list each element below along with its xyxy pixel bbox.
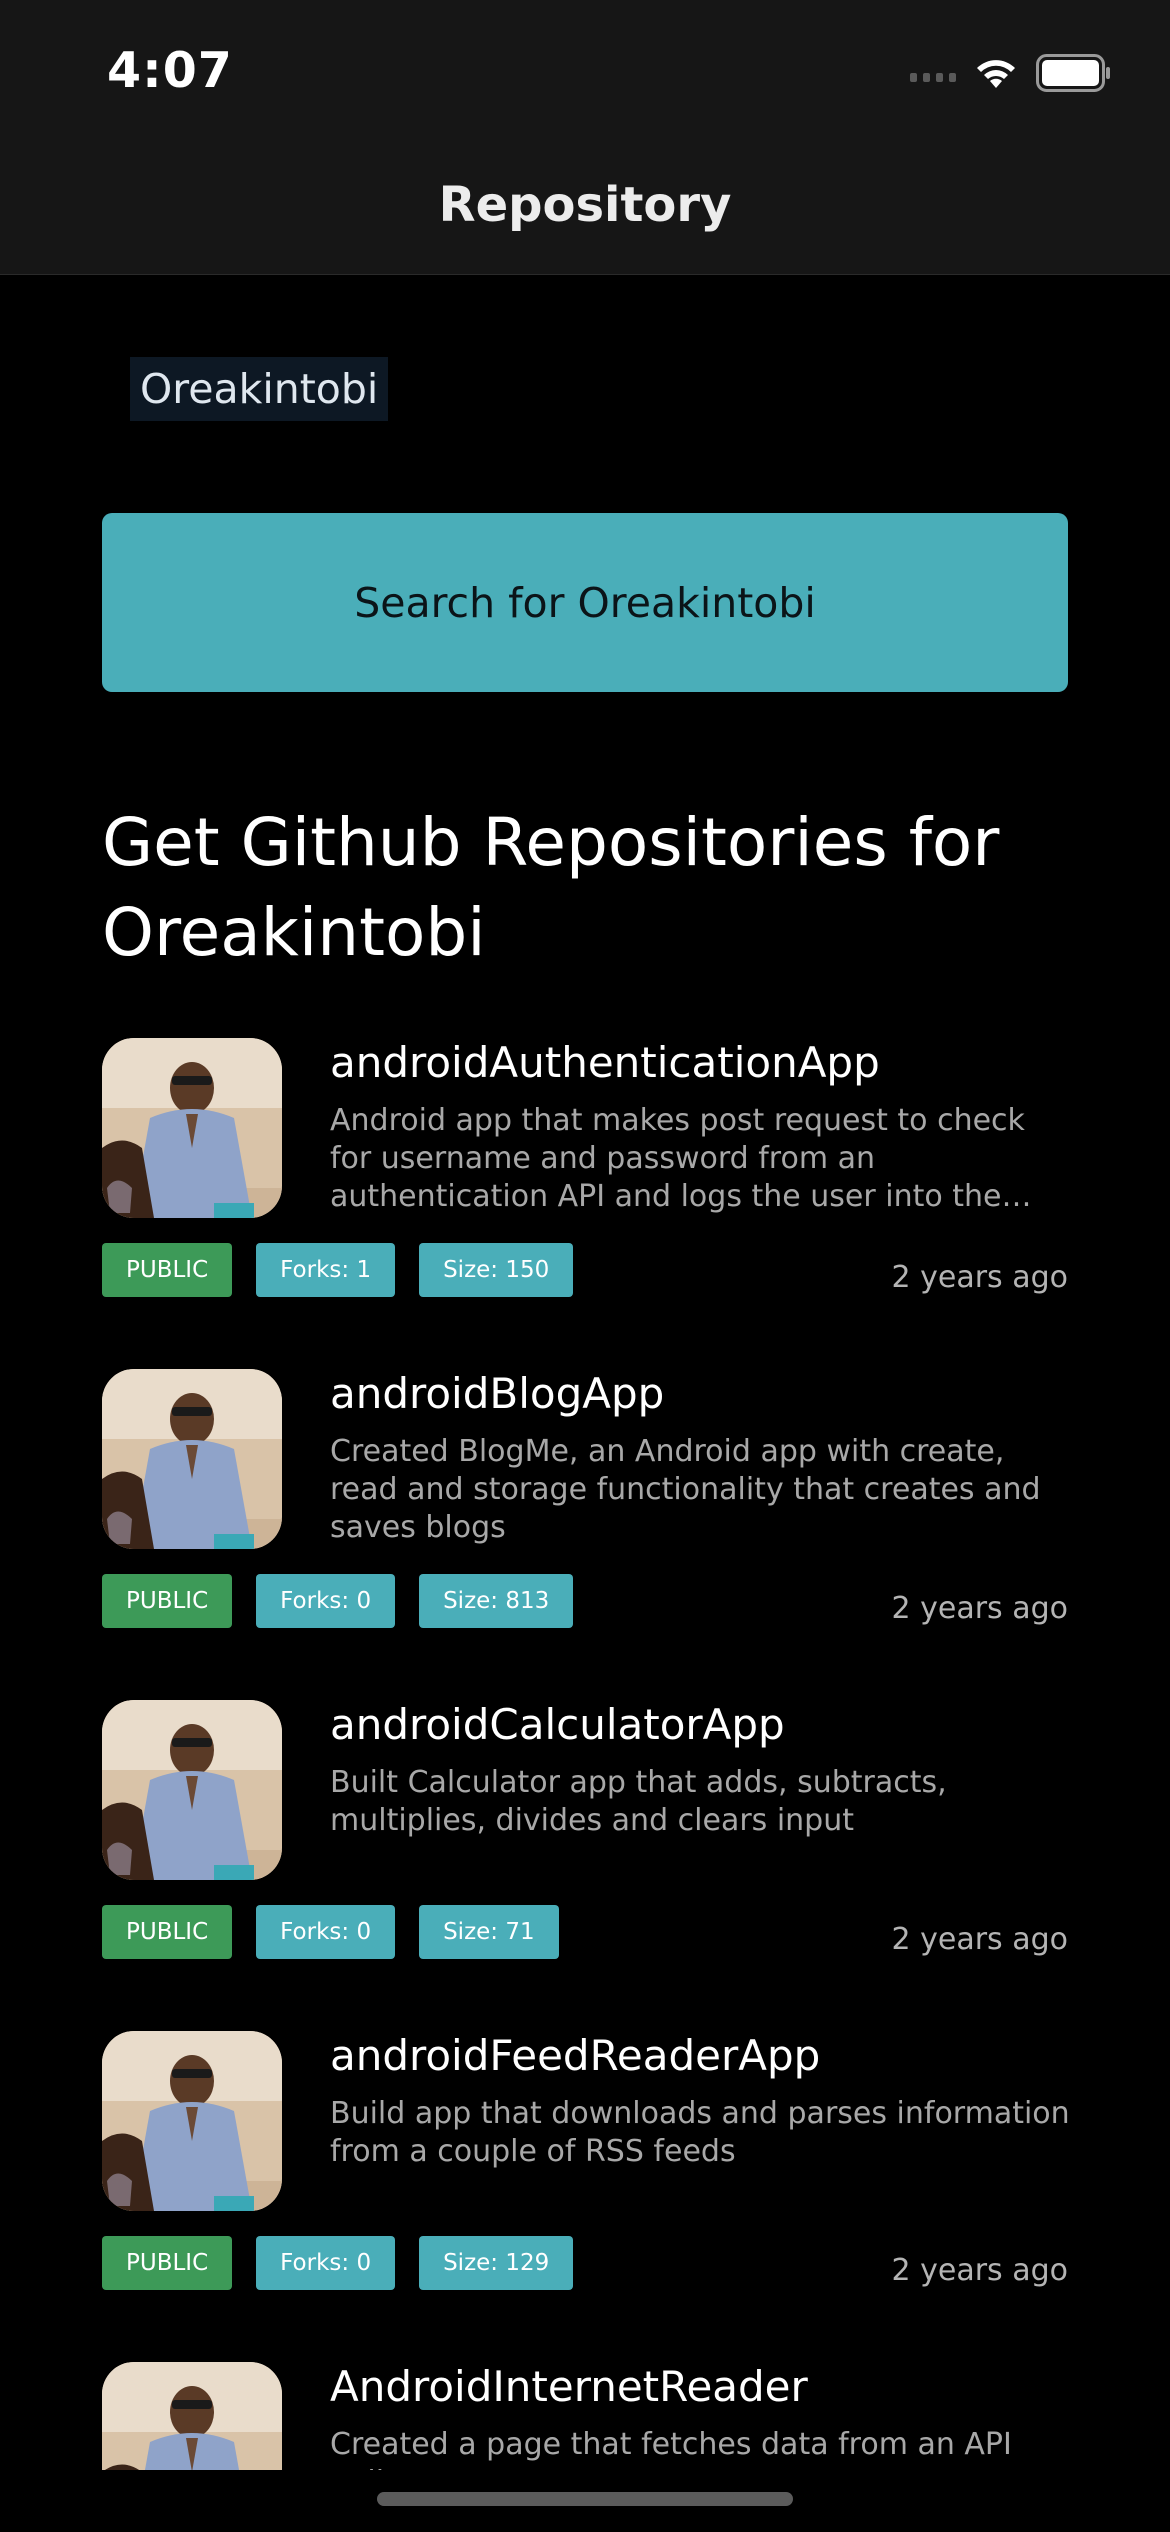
forks-badge: Forks: 0 (256, 1905, 396, 1959)
repo-name: androidFeedReaderApp (330, 2031, 821, 2080)
repo-description: Built Calculator app that adds, subtract… (330, 1765, 947, 1838)
avatar (102, 1038, 282, 1218)
status-icons (910, 54, 1112, 92)
repo-description: Created BlogMe, an Android app with crea… (330, 1434, 1041, 1545)
repo-item[interactable]: androidBlogApp Created BlogMe, an Android… (102, 1369, 1068, 1669)
home-indicator (377, 2492, 793, 2506)
avatar (102, 2031, 282, 2211)
avatar (102, 1700, 282, 1880)
battery-icon (1036, 54, 1110, 92)
repo-updated-time: 2 years ago (891, 1591, 1069, 1626)
forks-badge: Forks: 0 (256, 2236, 396, 2290)
repo-description: Created a page that fetches data from an… (330, 2427, 1012, 2470)
repo-badges: PUBLIC Forks: 0 Size: 129 (102, 2236, 574, 2290)
nav-title: Repository (438, 177, 732, 233)
cellular-signal-icon (910, 64, 956, 82)
forks-badge: Forks: 0 (256, 1574, 396, 1628)
repo-name: androidBlogApp (330, 1369, 665, 1418)
repo-item[interactable]: androidCalculatorApp Built Calculator app… (102, 1700, 1068, 2000)
search-button[interactable]: Search for Oreakintobi (102, 513, 1068, 692)
visibility-badge: PUBLIC (102, 1905, 233, 1959)
avatar-image (102, 2031, 282, 2211)
avatar-image (102, 2362, 282, 2470)
status-time: 4:07 (107, 42, 233, 99)
visibility-badge: PUBLIC (102, 1243, 233, 1297)
repo-item[interactable]: AndroidInternetReader Created a page that… (102, 2362, 1068, 2470)
avatar-image (102, 1369, 282, 1549)
repo-updated-time: 2 years ago (891, 2253, 1069, 2288)
repo-name: androidCalculatorApp (330, 1700, 785, 1749)
visibility-badge: PUBLIC (102, 2236, 233, 2290)
repo-name: androidAuthenticationApp (330, 1038, 880, 1087)
wifi-icon (977, 60, 1015, 88)
page-heading: Get Github Repositories for Oreakintobi (102, 804, 1000, 971)
avatar-image (102, 1038, 282, 1218)
size-badge: Size: 129 (419, 2236, 574, 2290)
repo-description: Build app that downloads and parses info… (330, 2096, 1070, 2169)
repo-name: AndroidInternetReader (330, 2362, 808, 2411)
visibility-badge: PUBLIC (102, 1574, 233, 1628)
screen: 4:07 Repository Oreakintobi Search for O… (0, 0, 1170, 2532)
repo-updated-time: 2 years ago (891, 1922, 1069, 1957)
repo-badges: PUBLIC Forks: 0 Size: 71 (102, 1905, 559, 1959)
avatar (102, 1369, 282, 1549)
top-bar: 4:07 Repository (0, 0, 1170, 275)
size-badge: Size: 71 (419, 1905, 559, 1959)
repo-updated-time: 2 years ago (891, 1260, 1069, 1295)
search-input[interactable]: Oreakintobi (130, 357, 389, 421)
repo-badges: PUBLIC Forks: 1 Size: 150 (102, 1243, 574, 1297)
size-badge: Size: 150 (419, 1243, 574, 1297)
size-badge: Size: 813 (419, 1574, 574, 1628)
forks-badge: Forks: 1 (256, 1243, 396, 1297)
repo-description: Android app that makes post request to c… (330, 1103, 1025, 1214)
avatar (102, 2362, 282, 2470)
repo-item[interactable]: androidFeedReaderApp Build app that downl… (102, 2031, 1070, 2331)
avatar-image (102, 1700, 282, 1880)
repo-item[interactable]: androidAuthenticationApp Android app that… (102, 1038, 1068, 1338)
repo-badges: PUBLIC Forks: 0 Size: 813 (102, 1574, 574, 1628)
